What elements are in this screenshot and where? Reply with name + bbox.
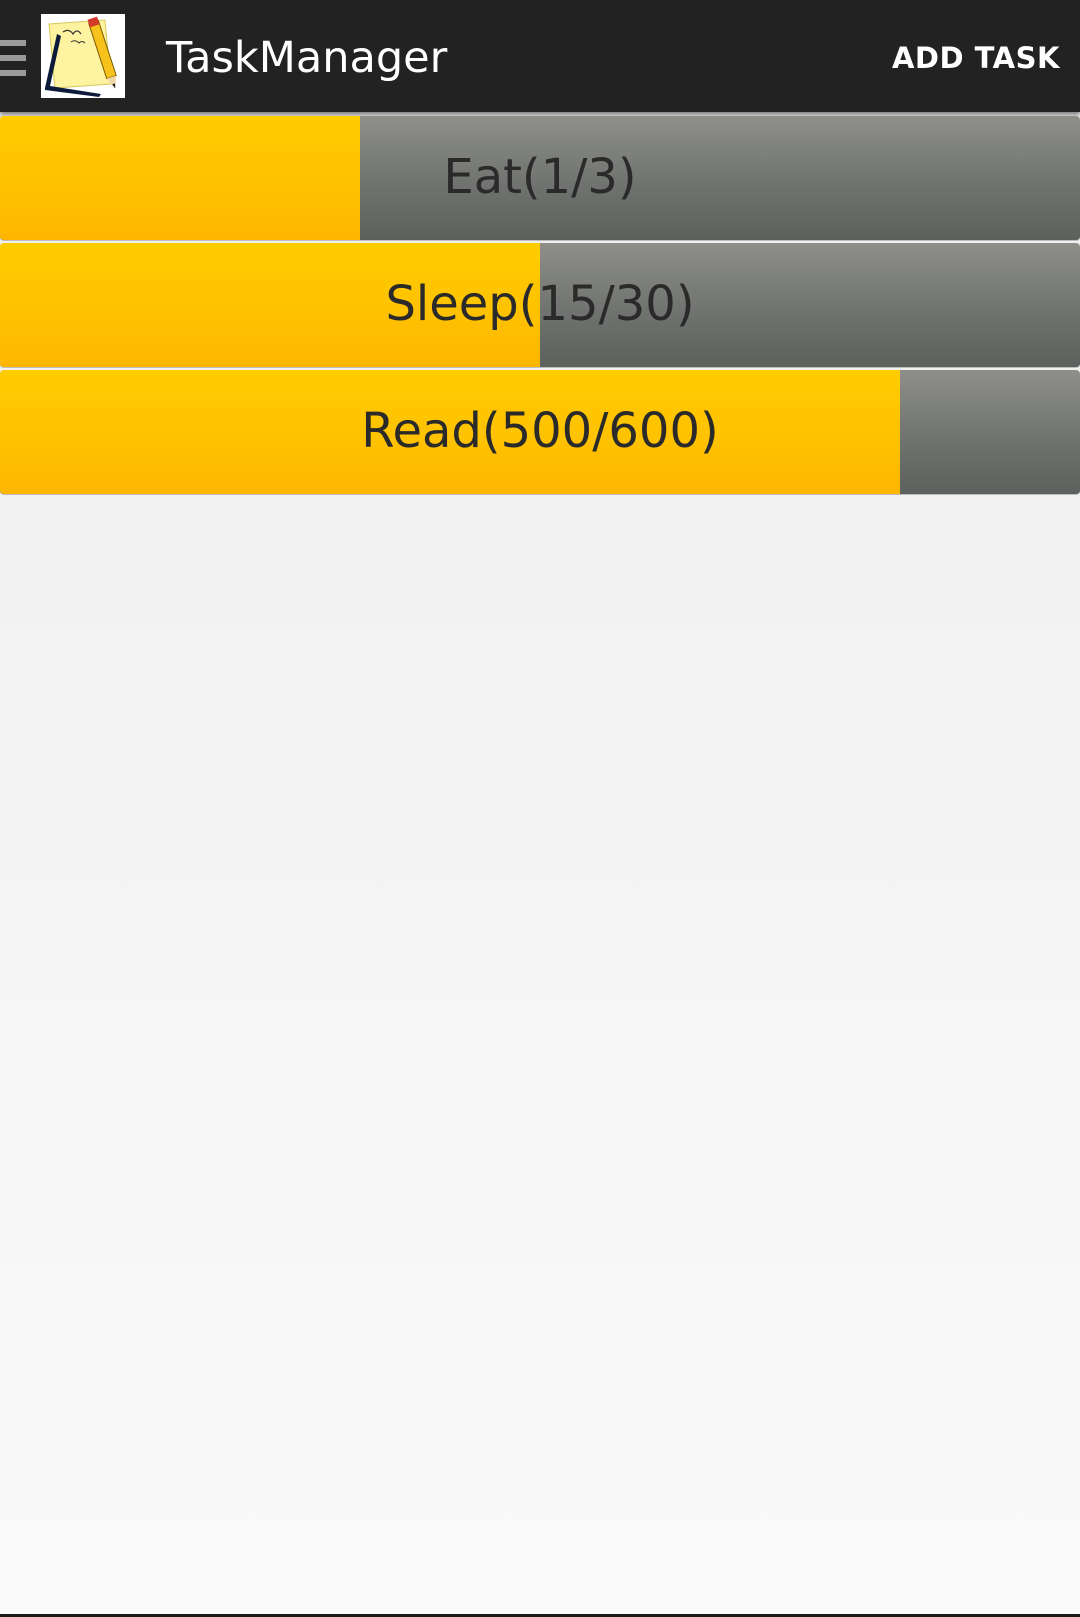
notepad-pencil-icon[interactable] <box>41 14 125 98</box>
task-row-read[interactable]: Read(500/600) <box>0 370 1080 495</box>
add-task-button[interactable]: ADD TASK <box>892 30 1060 86</box>
task-list: Eat(1/3) Sleep(15/30) Read(500/600) <box>0 116 1080 497</box>
action-bar: TaskManager ADD TASK <box>0 0 1080 112</box>
task-label: Read(500/600) <box>361 403 719 459</box>
task-label: Sleep(15/30) <box>385 276 695 332</box>
menu-icon[interactable] <box>0 40 26 76</box>
task-label: Eat(1/3) <box>443 149 637 205</box>
task-row-sleep[interactable]: Sleep(15/30) <box>0 243 1080 368</box>
app-title: TaskManager <box>166 33 448 83</box>
task-row-eat[interactable]: Eat(1/3) <box>0 116 1080 241</box>
